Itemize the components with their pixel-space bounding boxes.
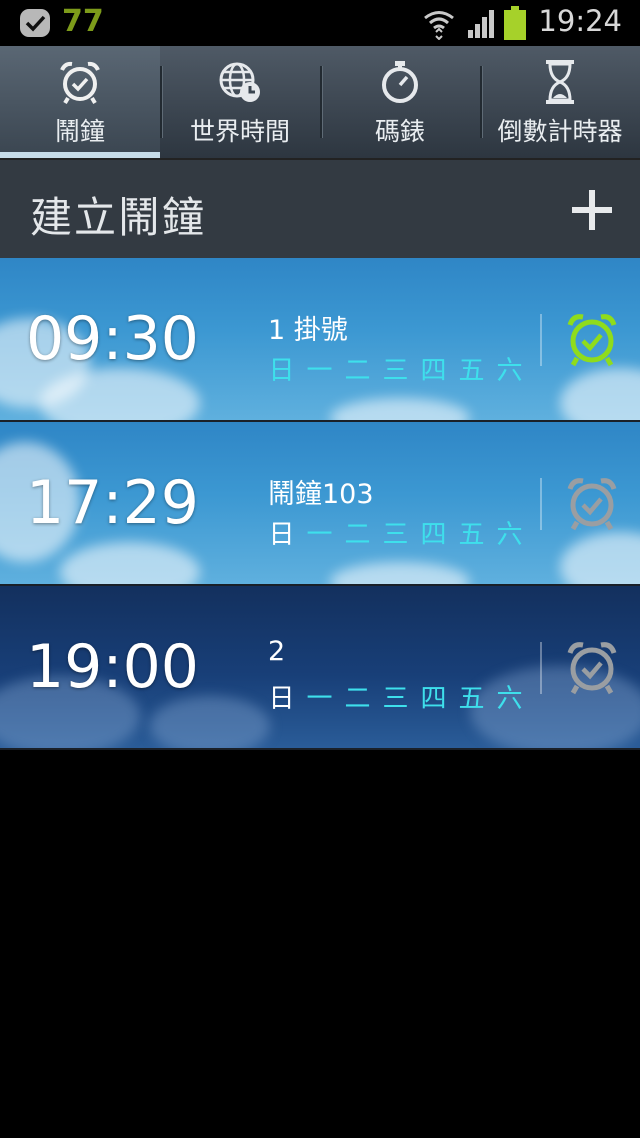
alarm-list: 09:30 1 掛號 日 一 二 三 四 五 六 17:29 鬧鐘103 日 一: [0, 258, 640, 750]
day-wed: 三: [382, 684, 409, 714]
alarm-clock-icon: [60, 61, 100, 105]
day-thu: 四: [420, 356, 447, 386]
tab-world-clock-label: 世界時間: [189, 117, 290, 146]
day-fri: 五: [458, 356, 485, 386]
hourglass-icon: [546, 60, 574, 104]
tab-alarm[interactable]: 鬧鐘: [0, 46, 160, 158]
divider: [540, 314, 542, 366]
alarm-name: 鬧鐘103: [268, 479, 374, 510]
cloud-decoration: [330, 562, 470, 584]
alarm-name: 1 掛號: [268, 315, 348, 346]
cloud-decoration: [150, 696, 270, 748]
day-thu: 四: [420, 520, 447, 550]
repeat-days: 日 一 二 三 四 五 六: [268, 678, 523, 715]
day-tue: 二: [344, 520, 371, 550]
cloud-decoration: [560, 368, 640, 420]
day-sun: 日: [268, 520, 295, 550]
alarm-off-icon[interactable]: [565, 474, 619, 532]
create-alarm-header[interactable]: 建立鬧鐘: [0, 158, 640, 258]
repeat-days: 日 一 二 三 四 五 六: [268, 514, 523, 551]
day-sat: 六: [496, 520, 523, 550]
world-clock-icon: [219, 62, 260, 102]
tab-timer-label: 倒數計時器: [497, 117, 623, 146]
alarm-on-icon[interactable]: [565, 310, 619, 368]
stopwatch-icon: [382, 61, 418, 103]
alarm-off-icon[interactable]: [565, 638, 619, 696]
alarm-item[interactable]: 17:29 鬧鐘103 日 一 二 三 四 五 六: [0, 422, 640, 586]
tab-timer[interactable]: 倒數計時器: [480, 46, 640, 158]
battery-icon: [504, 6, 526, 40]
tab-world-clock[interactable]: 世界時間: [160, 46, 320, 158]
day-sun: 日: [268, 356, 295, 386]
day-fri: 五: [458, 684, 485, 714]
day-wed: 三: [382, 520, 409, 550]
day-sat: 六: [496, 684, 523, 714]
tab-stopwatch-label: 碼錶: [374, 117, 425, 146]
day-wed: 三: [382, 356, 409, 386]
alarm-time: 09:30: [26, 304, 199, 374]
cloud-decoration: [560, 532, 640, 584]
signal-icon: [468, 10, 494, 38]
status-time: 19:24: [538, 4, 622, 38]
repeat-days: 日 一 二 三 四 五 六: [268, 350, 523, 387]
day-tue: 二: [344, 356, 371, 386]
alarm-name: 2: [268, 636, 286, 667]
divider: [540, 642, 542, 694]
day-mon: 一: [306, 684, 333, 714]
tab-bar: 鬧鐘 世界時間 碼錶 倒數計時器: [0, 46, 640, 158]
cloud-decoration: [60, 542, 200, 584]
tab-alarm-label: 鬧鐘: [54, 117, 105, 146]
wifi-icon: [424, 11, 454, 40]
day-thu: 四: [420, 684, 447, 714]
page-title: 建立鬧鐘: [30, 193, 207, 242]
alarm-time: 19:00: [26, 632, 199, 702]
bbm-check-icon: [20, 9, 50, 37]
alarm-item[interactable]: 09:30 1 掛號 日 一 二 三 四 五 六: [0, 258, 640, 422]
day-mon: 一: [306, 520, 333, 550]
day-fri: 五: [458, 520, 485, 550]
alarm-item[interactable]: 19:00 2 日 一 二 三 四 五 六: [0, 586, 640, 750]
plus-icon[interactable]: [572, 190, 612, 230]
day-sat: 六: [496, 356, 523, 386]
alarm-time: 17:29: [26, 468, 199, 538]
day-sun: 日: [268, 684, 295, 714]
day-mon: 一: [306, 356, 333, 386]
cloud-decoration: [330, 398, 470, 420]
day-tue: 二: [344, 684, 371, 714]
divider: [540, 478, 542, 530]
notification-count: 77: [62, 4, 104, 39]
status-bar: 77 19:24: [0, 0, 640, 46]
tab-stopwatch[interactable]: 碼錶: [320, 46, 480, 158]
